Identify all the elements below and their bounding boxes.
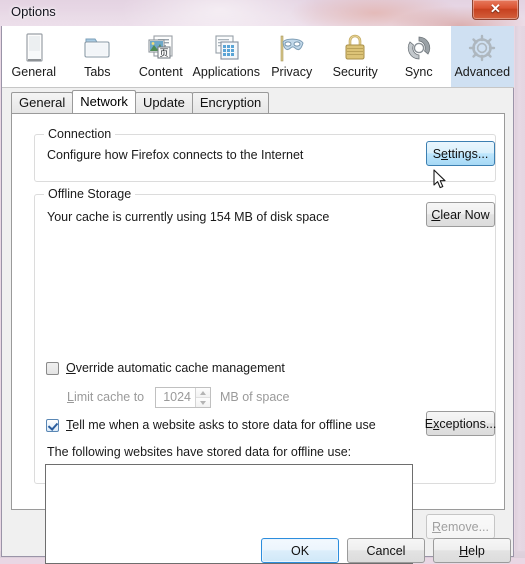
settings-button[interactable]: Settings...: [426, 141, 495, 166]
toolbar-item-label: General: [11, 65, 56, 79]
toolbar-item-applications[interactable]: Applications: [193, 26, 260, 87]
toolbar-item-advanced[interactable]: Advanced: [450, 26, 515, 87]
clear-now-accel: C: [431, 207, 441, 222]
ok-button[interactable]: OK: [261, 538, 339, 563]
toolbar-item-tabs[interactable]: Tabs: [66, 26, 130, 87]
exceptions-text-pre: E: [424, 416, 434, 431]
override-accel: O: [66, 361, 76, 375]
settings-button-text-pre: S: [432, 146, 442, 161]
applications-icon: [209, 31, 243, 65]
exceptions-button[interactable]: Exceptions...: [424, 411, 497, 436]
tabs-icon: [80, 31, 114, 65]
cancel-button[interactable]: Cancel: [347, 538, 425, 563]
override-text-post: verride automatic cache management: [75, 361, 285, 375]
advanced-gear-icon: [465, 31, 499, 65]
toolbar-item-label: Advanced: [454, 65, 511, 79]
close-icon: ✕: [490, 1, 501, 16]
sub-tab-network[interactable]: Network: [72, 90, 136, 113]
privacy-mask-icon: [275, 31, 309, 65]
title-bar[interactable]: Options ✕: [0, 0, 525, 26]
settings-button-accel: e: [441, 146, 448, 161]
sync-icon: [402, 31, 436, 65]
override-cache-checkbox[interactable]: [46, 361, 59, 375]
limit-cache-label-post: imit cache to: [73, 390, 145, 404]
connection-group-legend: Connection: [44, 127, 116, 141]
content-icon: 页: [144, 31, 178, 65]
toolbar-item-label: Security: [332, 65, 378, 79]
toolbar-item-privacy[interactable]: Privacy: [260, 26, 324, 87]
tell-me-text-post: ell me when a website asks to store data…: [72, 418, 376, 432]
toolbar-item-label: Sync: [404, 65, 433, 79]
spinner-down-icon[interactable]: [196, 397, 210, 407]
cache-usage-text: Your cache is currently using 154 MB of …: [47, 210, 330, 224]
dialog-client-area: General Tabs 页 Content Applications Priv…: [1, 26, 515, 564]
security-lock-icon: [338, 31, 372, 65]
close-button[interactable]: ✕: [472, 0, 519, 20]
tell-me-label: Tell me when a website asks to store dat…: [66, 418, 376, 432]
stored-data-label: The following websites have stored data …: [47, 445, 352, 459]
dialog-button-row: OK Cancel Help: [2, 524, 514, 564]
offline-storage-groupbox: Offline Storage: [34, 187, 496, 484]
sub-tab-general[interactable]: General: [11, 92, 74, 113]
toolbar-item-security[interactable]: Security: [323, 26, 387, 87]
clear-now-text-post: lear Now: [440, 207, 490, 222]
clear-now-button[interactable]: Clear Now: [426, 202, 495, 227]
svg-text:页: 页: [159, 48, 168, 59]
ok-text-pre: OK: [290, 543, 310, 558]
settings-button-text-post: ttings...: [448, 146, 489, 161]
sub-tab-strip: General Network Update Encryption: [11, 90, 505, 114]
help-accel: H: [459, 543, 469, 558]
help-text-post: elp: [468, 543, 485, 558]
cache-limit-stepper[interactable]: 1024: [155, 387, 211, 408]
offline-storage-group-legend: Offline Storage: [44, 187, 136, 201]
limit-cache-accel: L: [67, 390, 74, 404]
override-cache-label: Override automatic cache management: [66, 361, 285, 375]
sub-tab-update[interactable]: Update: [134, 92, 193, 113]
help-button[interactable]: Help: [433, 538, 511, 563]
window-right-edge: [515, 26, 525, 557]
tell-me-checkbox-row[interactable]: Tell me when a website asks to store dat…: [46, 418, 376, 432]
options-category-toolbar: General Tabs 页 Content Applications Priv…: [2, 26, 515, 88]
limit-cache-label: Limit cache to: [67, 390, 144, 404]
toolbar-item-label: Privacy: [271, 65, 313, 79]
cache-limit-suffix: MB of space: [220, 390, 290, 404]
options-dialog-window: Options ✕ General Tabs 页 Content Applica…: [0, 0, 525, 564]
cache-limit-spinner-buttons[interactable]: [195, 388, 210, 407]
toolbar-item-label: Content: [138, 65, 183, 79]
toolbar-item-content[interactable]: 页 Content: [129, 26, 193, 87]
tell-me-checkbox[interactable]: [46, 418, 59, 432]
toolbar-item-general[interactable]: General: [2, 26, 66, 87]
connection-description: Configure how Firefox connects to the In…: [47, 148, 304, 162]
cancel-text-pre: Cancel: [366, 543, 406, 558]
toolbar-item-label: Applications: [192, 65, 260, 79]
sub-tab-encryption[interactable]: Encryption: [191, 92, 270, 113]
toolbar-item-label: Tabs: [84, 65, 111, 79]
exceptions-text-post: ceptions...: [439, 416, 497, 431]
override-cache-checkbox-row[interactable]: Override automatic cache management: [46, 361, 285, 375]
window-title: Options: [11, 4, 56, 19]
network-settings-panel: Connection Configure how Firefox connect…: [11, 114, 505, 564]
general-icon: [17, 31, 51, 65]
spinner-up-icon[interactable]: [196, 388, 210, 397]
toolbar-item-sync[interactable]: Sync: [387, 26, 451, 87]
cache-limit-value[interactable]: 1024: [156, 388, 195, 407]
